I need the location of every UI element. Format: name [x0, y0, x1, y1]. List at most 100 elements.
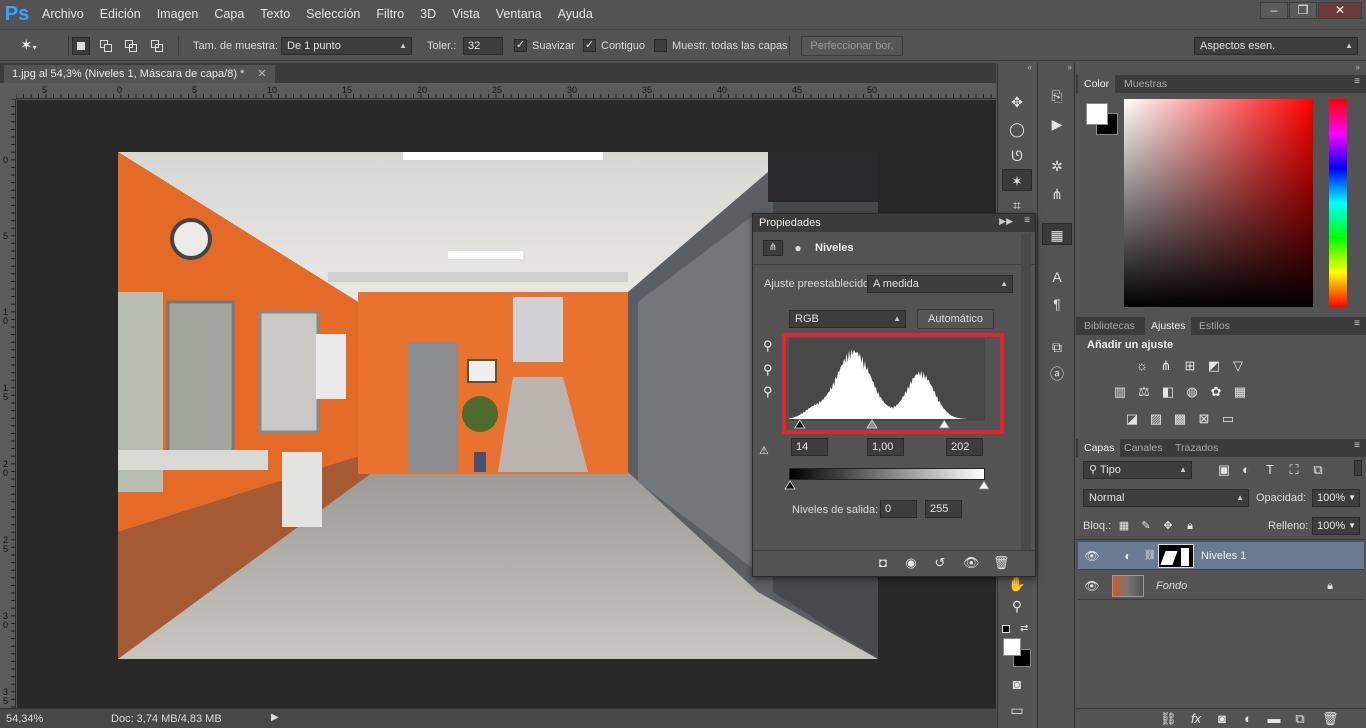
menu-seleccion[interactable]: Selección — [298, 0, 368, 29]
gradient-map-icon[interactable]: ▭ — [1220, 412, 1236, 426]
all-layers-checkbox[interactable] — [654, 39, 667, 52]
tab-trazados[interactable]: Trazados — [1169, 439, 1224, 457]
lock-transparency-icon[interactable]: ▦ — [1116, 519, 1132, 533]
view-previous-icon[interactable]: ◉ — [903, 556, 919, 570]
properties-panel-icon[interactable]: ▦ — [1042, 223, 1072, 245]
collapse-panel-icon[interactable]: ▶▶ — [999, 216, 1013, 227]
magic-wand-tool-icon[interactable]: ✶ — [1002, 169, 1032, 191]
layer-name[interactable]: Fondo — [1156, 580, 1187, 592]
input-sliders[interactable] — [789, 417, 985, 429]
expand-icon[interactable]: » — [1038, 63, 1076, 73]
character-styles-icon[interactable]: ⓐ — [1042, 363, 1072, 385]
brushes-icon[interactable]: ⋔ — [1042, 183, 1072, 205]
document-tab[interactable]: 1.jpg al 54,3% (Niveles 1, Máscara de ca… — [4, 65, 275, 83]
vibrance-icon[interactable]: ▽ — [1230, 359, 1246, 373]
output-black-slider[interactable] — [784, 480, 796, 490]
history-icon[interactable]: ⎘ — [1042, 85, 1072, 107]
refine-edge-button[interactable]: Perfeccionar bor. — [801, 36, 903, 56]
input-white-field[interactable]: 202 — [946, 438, 983, 456]
layer-mask-thumbnail[interactable] — [1158, 544, 1194, 568]
menu-edicion[interactable]: Edición — [92, 0, 149, 29]
workspace-select[interactable]: Aspectos esen. ▲ — [1194, 37, 1358, 55]
swap-colors-icon[interactable]: ⇄ — [1020, 623, 1028, 634]
menu-vista[interactable]: Vista — [444, 0, 488, 29]
black-eyedropper-icon[interactable]: ⚲ — [763, 338, 773, 354]
invert-icon[interactable]: ◪ — [1124, 412, 1140, 426]
preset-select[interactable]: A medida ▲ — [867, 275, 1013, 293]
tab-bibliotecas[interactable]: Bibliotecas — [1078, 317, 1141, 335]
input-black-field[interactable]: 14 — [791, 438, 828, 456]
tab-canales[interactable]: Canales — [1118, 439, 1169, 457]
output-white-field[interactable]: 255 — [925, 500, 962, 518]
marquee-tool-icon[interactable]: ◯ — [1002, 118, 1032, 140]
levels-icon[interactable]: ⋔ — [1158, 359, 1174, 373]
filter-shape-icon[interactable]: ⛶ — [1286, 463, 1302, 477]
panel-menu-icon[interactable]: ≡ — [1354, 440, 1360, 451]
filter-pixel-icon[interactable]: ▣ — [1216, 463, 1232, 477]
layer-style-icon[interactable]: fx — [1188, 712, 1204, 726]
menu-ventana[interactable]: Ventana — [488, 0, 550, 29]
add-mask-icon[interactable]: ◙ — [1214, 712, 1230, 726]
actions-play-icon[interactable]: ▶ — [1042, 113, 1072, 135]
output-white-slider[interactable] — [978, 480, 990, 490]
tab-muestras[interactable]: Muestras — [1118, 75, 1173, 93]
levels-adjust-icon[interactable]: ⋔ — [763, 240, 783, 256]
contiguous-checkbox[interactable]: ✓ — [583, 39, 596, 52]
minimize-button[interactable]: ‒ — [1260, 2, 1288, 19]
collapse-icon[interactable]: « — [998, 63, 1036, 73]
menu-capa[interactable]: Capa — [206, 0, 252, 29]
sample-size-select[interactable]: De 1 punto ▲ — [281, 37, 412, 55]
brush-settings-icon[interactable]: ✲ — [1042, 155, 1072, 177]
close-window-button[interactable]: ✕ — [1318, 2, 1362, 19]
threshold-icon[interactable]: ▩ — [1172, 412, 1188, 426]
status-arrow-icon[interactable]: ▶ — [271, 712, 279, 723]
menu-imagen[interactable]: Imagen — [149, 0, 207, 29]
hue-saturation-icon[interactable]: ▥ — [1112, 385, 1128, 399]
panel-menu-icon[interactable]: ≡ — [1354, 76, 1360, 87]
clip-to-layer-icon[interactable]: ◘ — [875, 556, 891, 570]
lock-all-icon[interactable]: 🔒︎ — [1182, 519, 1198, 533]
close-tab-icon[interactable]: ✕ — [257, 68, 266, 80]
clipping-warning-icon[interactable]: ⚠ — [759, 444, 769, 457]
default-colors-icon[interactable] — [1002, 625, 1010, 633]
output-sliders[interactable] — [783, 478, 991, 490]
foreground-color-swatch[interactable] — [1003, 638, 1021, 656]
gray-eyedropper-icon[interactable]: ⚲ — [763, 362, 773, 378]
color-fg-swatch[interactable] — [1086, 103, 1108, 125]
hue-slider[interactable] — [1329, 99, 1347, 307]
menu-ayuda[interactable]: Ayuda — [550, 0, 601, 29]
move-tool-icon[interactable]: ✥ — [1002, 91, 1032, 113]
filter-adjust-icon[interactable]: ◐ — [1238, 463, 1254, 477]
panel-menu-icon[interactable]: ≡ — [1354, 318, 1360, 329]
layer-filter-select[interactable]: ⚲ Tipo ▲ — [1083, 461, 1192, 479]
filter-type-icon[interactable]: T — [1262, 463, 1278, 477]
lasso-tool-icon[interactable]: ᘎ — [1002, 145, 1032, 167]
subtract-selection-icon[interactable] — [122, 37, 140, 55]
clone-source-icon[interactable]: ⧉ — [1042, 336, 1072, 358]
zoom-level[interactable]: 54,34% — [6, 713, 43, 725]
new-group-icon[interactable]: ▬ — [1266, 712, 1282, 726]
curves-icon[interactable]: ⊞ — [1182, 359, 1198, 373]
menu-texto[interactable]: Texto — [252, 0, 298, 29]
intersect-selection-icon[interactable] — [148, 37, 166, 55]
mask-icon[interactable]: ● — [788, 240, 808, 256]
input-white-slider[interactable] — [938, 419, 950, 429]
tab-ajustes[interactable]: Ajustes — [1145, 317, 1192, 335]
tolerance-input[interactable]: 32 — [463, 37, 503, 55]
visibility-eye-icon[interactable]: 👁︎ — [1084, 549, 1100, 563]
channel-mixer-icon[interactable]: ✿ — [1208, 385, 1224, 399]
menu-3d[interactable]: 3D — [412, 0, 444, 29]
tab-capas[interactable]: Capas — [1078, 439, 1121, 457]
menu-archivo[interactable]: Archivo — [34, 0, 92, 29]
black-white-icon[interactable]: ◧ — [1160, 385, 1176, 399]
brightness-icon[interactable]: ☼ — [1134, 359, 1150, 373]
opacity-input[interactable]: 100% ▼ — [1312, 489, 1360, 507]
input-gray-field[interactable]: 1,00 — [867, 438, 904, 456]
new-selection-icon[interactable] — [72, 37, 90, 55]
restore-button[interactable]: ❐ — [1289, 2, 1317, 19]
link-chain-icon[interactable]: ⛓ — [1142, 549, 1158, 563]
menu-filtro[interactable]: Filtro — [368, 0, 412, 29]
color-balance-icon[interactable]: ⚖ — [1136, 385, 1152, 399]
tab-color[interactable]: Color — [1078, 75, 1116, 93]
add-selection-icon[interactable] — [97, 37, 115, 55]
